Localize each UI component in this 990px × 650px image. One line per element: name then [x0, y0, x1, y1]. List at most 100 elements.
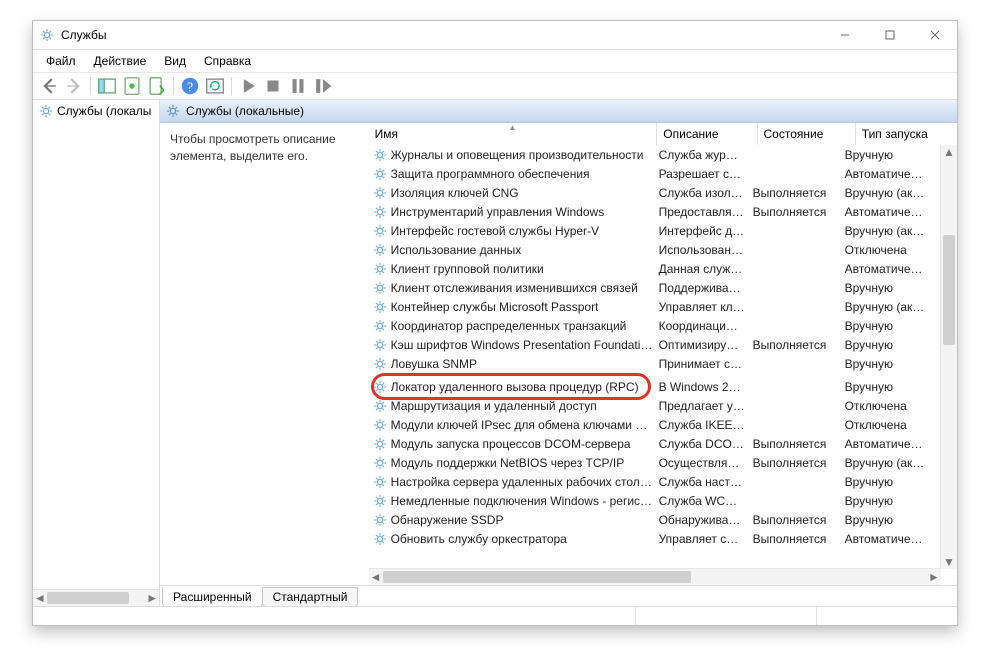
tab-standard-label: Стандартный	[273, 590, 348, 604]
service-name: Модули ключей IPsec для обмена ключами в…	[391, 418, 653, 432]
service-description: Интерфейс д…	[653, 224, 747, 238]
service-startup-type: Вручную	[839, 338, 935, 352]
service-row[interactable]: Модуль поддержки NetBIOS через TCP/IPОсу…	[369, 453, 941, 472]
service-description: Предлагает у…	[653, 399, 747, 413]
toolbar-separator	[90, 77, 91, 95]
service-startup-type: Вручную	[839, 148, 935, 162]
service-name: Интерфейс гостевой службы Hyper-V	[391, 224, 599, 238]
service-name: Ловушка SNMP	[391, 357, 477, 371]
menu-view[interactable]: Вид	[155, 52, 195, 70]
back-button[interactable]	[37, 74, 61, 98]
column-header-name[interactable]: ▲ Имя	[369, 123, 658, 145]
service-row[interactable]: Контейнер службы Microsoft PassportУправ…	[369, 297, 941, 316]
column-header-startup-label: Тип запуска	[862, 127, 928, 141]
service-name: Настройка сервера удаленных рабочих стол…	[391, 475, 653, 489]
service-row[interactable]: Ловушка SNMPПринимает с…Вручную	[369, 354, 941, 373]
services-app-icon	[39, 27, 55, 43]
service-row[interactable]: Изоляция ключей CNGСлужба изол…Выполняет…	[369, 183, 941, 202]
service-row[interactable]: Использование данных Использован… Отключен…	[369, 240, 941, 259]
service-description: Предоставля…	[653, 205, 747, 219]
column-header-description-label: Описание	[663, 127, 718, 141]
column-header-startup[interactable]: Тип запуска	[856, 123, 957, 145]
service-description: Служба DCO…	[653, 437, 747, 451]
service-row[interactable]: Интерфейс гостевой службы Hyper-V Интерфе…	[369, 221, 941, 240]
restart-service-button[interactable]	[311, 74, 335, 98]
list-horizontal-scrollbar[interactable]: ◄ ►	[369, 568, 941, 585]
service-state: Выполняется	[747, 205, 839, 219]
service-startup-type: Вручную (ак…	[839, 186, 935, 200]
service-row[interactable]: Обновить службу оркестратораУправляет с……	[369, 529, 941, 548]
service-row[interactable]: Инструментарий управления WindowsПредост…	[369, 202, 941, 221]
service-icon	[373, 167, 387, 181]
service-row[interactable]: Кэш шрифтов Windows Presentation Foundat…	[369, 335, 941, 354]
menu-file[interactable]: Файл	[37, 52, 85, 70]
column-header-description[interactable]: Описание	[657, 123, 757, 145]
service-name: Использование данных	[391, 243, 522, 257]
service-description: Использован…	[653, 243, 747, 257]
scroll-thumb[interactable]	[47, 592, 129, 604]
services-list: Журналы и оповещения производительностиС…	[369, 145, 957, 585]
tree-root-label: Службы (локалы	[57, 104, 151, 118]
column-header-state[interactable]: Состояние	[758, 123, 856, 145]
export-list-button[interactable]	[145, 74, 169, 98]
scroll-up-icon: ▲	[941, 145, 957, 159]
title-bar: Службы	[33, 21, 957, 50]
service-row[interactable]: Клиент отслеживания изменившихся связейП…	[369, 278, 941, 297]
service-description: Обнаружива…	[653, 513, 747, 527]
start-service-button[interactable]	[236, 74, 260, 98]
service-state: Выполняется	[747, 338, 839, 352]
service-row[interactable]: Клиент групповой политикиДанная служ…Авт…	[369, 259, 941, 278]
service-row[interactable]: Модуль запуска процессов DCOM-сервера Слу…	[369, 434, 941, 453]
service-startup-type: Вручную	[839, 319, 935, 333]
service-icon	[373, 300, 387, 314]
window-title: Службы	[61, 28, 106, 42]
stop-service-button[interactable]	[261, 74, 285, 98]
sort-ascending-icon: ▲	[508, 123, 516, 132]
service-name: Обнаружение SSDP	[391, 513, 504, 527]
service-row[interactable]: Журналы и оповещения производительностиС…	[369, 145, 941, 164]
service-row[interactable]: Модули ключей IPsec для обмена ключами в…	[369, 415, 941, 434]
service-row[interactable]: Координатор распределенных транзакцийКоо…	[369, 316, 941, 335]
maximize-button[interactable]	[867, 21, 912, 49]
service-icon	[373, 437, 387, 451]
service-row[interactable]: Защита программного обеспеченияРазрешает…	[369, 164, 941, 183]
services-icon	[166, 104, 180, 118]
scroll-thumb[interactable]	[943, 235, 955, 345]
service-icon	[373, 319, 387, 333]
svg-text:?: ?	[187, 80, 193, 95]
service-description: Служба жур…	[653, 148, 747, 162]
forward-button[interactable]	[62, 74, 86, 98]
scroll-thumb[interactable]	[383, 571, 691, 583]
service-icon	[373, 475, 387, 489]
pane-title: Службы (локальные)	[186, 104, 304, 118]
service-name: Модуль запуска процессов DCOM-сервера	[391, 437, 631, 451]
service-icon	[373, 148, 387, 162]
show-hide-tree-button[interactable]	[95, 74, 119, 98]
service-description: Осуществля…	[653, 456, 747, 470]
service-startup-type: Отключена	[839, 243, 935, 257]
properties-button[interactable]	[120, 74, 144, 98]
service-row[interactable]: Обнаружение SSDPОбнаружива…ВыполняетсяВр…	[369, 510, 941, 529]
service-row[interactable]: Маршрутизация и удаленный доступПредлага…	[369, 396, 941, 415]
pause-service-button[interactable]	[286, 74, 310, 98]
close-button[interactable]	[912, 21, 957, 49]
pane-header: Службы (локальные)	[160, 100, 957, 123]
list-vertical-scrollbar[interactable]: ▲ ▼	[940, 145, 957, 569]
service-row[interactable]: Немедленные подключения Windows - регист…	[369, 491, 941, 510]
tree-root-services[interactable]: Службы (локалы	[33, 102, 159, 120]
tab-extended[interactable]: Расширенный	[162, 587, 263, 606]
service-startup-type: Автоматиче…	[839, 437, 935, 451]
tree-horizontal-scrollbar[interactable]: ◄ ►	[33, 589, 159, 606]
tab-standard[interactable]: Стандартный	[262, 587, 359, 606]
help-button[interactable]: ?	[178, 74, 202, 98]
toolbar-separator	[231, 77, 232, 95]
minimize-button[interactable]	[822, 21, 867, 49]
tree-pane: Службы (локалы ◄ ►	[33, 100, 160, 606]
menu-help[interactable]: Справка	[195, 52, 260, 70]
scroll-right-icon: ►	[927, 569, 941, 585]
service-row[interactable]: Локатор удаленного вызова процедур (RPC)…	[369, 377, 941, 396]
service-startup-type: Отключена	[839, 399, 935, 413]
refresh-button[interactable]	[203, 74, 227, 98]
menu-action[interactable]: Действие	[85, 52, 156, 70]
service-row[interactable]: Настройка сервера удаленных рабочих стол…	[369, 472, 941, 491]
